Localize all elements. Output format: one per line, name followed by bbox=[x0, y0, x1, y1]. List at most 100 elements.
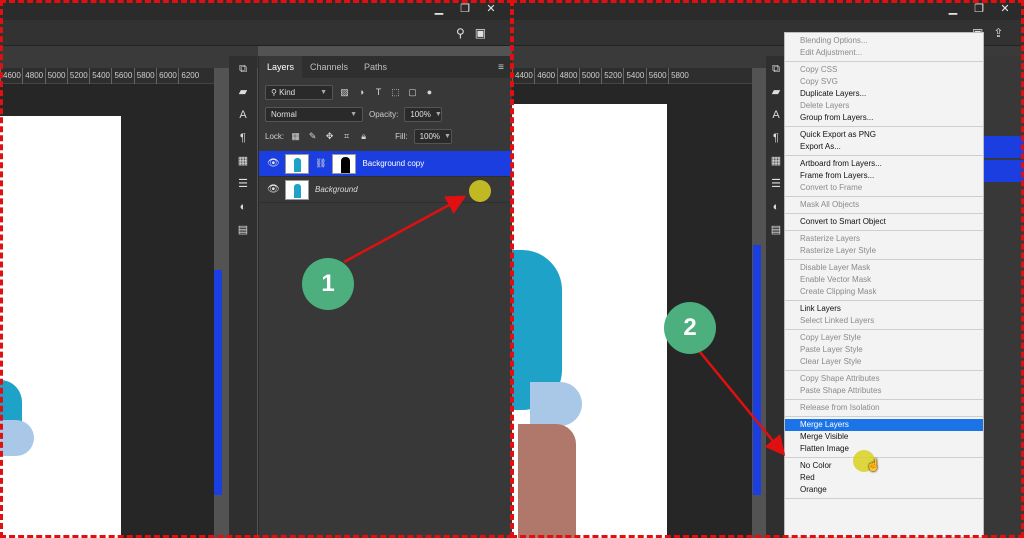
search-icon: ⚲ bbox=[271, 87, 280, 97]
character-icon[interactable]: A bbox=[768, 108, 784, 122]
ruler-tick-label: 5200 bbox=[601, 67, 623, 84]
library-icon[interactable]: ▤ bbox=[235, 223, 251, 237]
layer-name: Background copy bbox=[362, 159, 425, 168]
menu-item-frame-from-layers[interactable]: Frame from Layers... bbox=[785, 170, 983, 182]
ruler-tick-label: 5000 bbox=[578, 67, 601, 84]
menu-item-blending-options: Blending Options... bbox=[800, 36, 868, 45]
menu-item-orange[interactable]: Orange bbox=[785, 484, 983, 496]
type-filter-icon[interactable]: T bbox=[373, 87, 384, 97]
menu-item-rasterize-layers: Rasterize Layers bbox=[800, 234, 861, 243]
menu-item-merge-visible[interactable]: Merge Visible bbox=[785, 431, 983, 443]
menu-item-convert-to-frame: Convert to Frame bbox=[800, 183, 863, 192]
menu-item-quick-export-as-png[interactable]: Quick Export as PNG bbox=[785, 129, 983, 141]
ruler-tick-label: 4400 bbox=[512, 67, 534, 84]
library-icon[interactable]: ▤ bbox=[768, 223, 784, 237]
comment-icon[interactable]: ▰ bbox=[768, 85, 784, 99]
restore-icon[interactable]: ❐ bbox=[972, 2, 986, 16]
layer-context-menu: Blending Options... Edit Adjustment... Cop… bbox=[784, 32, 984, 538]
eye-icon[interactable]: 👁︎ bbox=[267, 158, 280, 169]
eye-icon[interactable]: 👁︎ bbox=[267, 184, 280, 195]
menu-group: Merge Layers Merge Visible Flatten Image bbox=[785, 417, 983, 458]
shape-filter-icon[interactable]: ⬚ bbox=[390, 87, 401, 98]
pixel-filter-icon[interactable]: ▨ bbox=[339, 87, 350, 98]
horizontal-ruler: 4600 4800 5000 5200 5400 5600 5800 6000 6200 bbox=[0, 67, 214, 84]
layer-name: Background bbox=[315, 185, 358, 194]
share-icon[interactable]: ⇪ bbox=[993, 27, 1003, 39]
table-icon[interactable]: ▦ bbox=[768, 154, 784, 168]
menu-item-export-as[interactable]: Export As... bbox=[785, 141, 983, 153]
adjustments-icon[interactable]: ☰ bbox=[235, 177, 251, 191]
restore-icon[interactable]: ❐ bbox=[458, 2, 472, 16]
filter-toggle-icon[interactable]: ● bbox=[424, 87, 435, 97]
menu-group: Copy Shape Attributes Paste Shape Attribu… bbox=[785, 371, 983, 400]
lock-position-icon[interactable]: ✥ bbox=[324, 131, 335, 142]
fill-label: Fill: bbox=[395, 131, 408, 141]
menu-item-red[interactable]: Red bbox=[785, 472, 983, 484]
selected-layer-edge bbox=[984, 160, 1024, 182]
menu-item-copy-svg: Copy SVG bbox=[800, 77, 838, 86]
panel-menu-icon[interactable]: ≡ bbox=[498, 62, 504, 73]
smart-object-filter-icon[interactable]: ▢ bbox=[407, 87, 418, 98]
history-icon[interactable]: ⧉ bbox=[235, 62, 251, 76]
ruler-tick-label: 4600 bbox=[534, 67, 556, 84]
filter-kind-dropdown[interactable]: ⚲ Kind ▼ bbox=[265, 84, 333, 100]
lock-brush-icon[interactable]: ✎ bbox=[307, 131, 318, 142]
close-icon[interactable]: ✕ bbox=[998, 2, 1012, 16]
fill-field[interactable]: 100% ▼ bbox=[413, 128, 452, 144]
minimize-icon[interactable]: ▁ bbox=[432, 2, 446, 16]
lock-all-icon[interactable]: 🔒︎ bbox=[358, 131, 369, 142]
menu-item-link-layers[interactable]: Link Layers bbox=[785, 303, 983, 315]
step-badge-1: 1 bbox=[302, 258, 354, 310]
minimize-icon[interactable]: ▁ bbox=[946, 2, 960, 16]
selection-highlight-strip bbox=[214, 270, 222, 495]
adjustments-icon[interactable]: ☰ bbox=[768, 177, 784, 191]
forearm bbox=[518, 424, 576, 538]
cursor-highlight bbox=[469, 180, 491, 202]
ruler-tick-label: 5800 bbox=[133, 67, 156, 84]
history-icon[interactable]: ⧉ bbox=[768, 62, 784, 76]
lock-artboard-icon[interactable]: ⌗ bbox=[341, 131, 352, 142]
comment-icon[interactable]: ▰ bbox=[235, 85, 251, 99]
layer-row-background-copy[interactable]: 👁︎ ⛓︎ Background copy bbox=[259, 151, 512, 177]
lock-row: Lock: ▦ ✎ ✥ ⌗ 🔒︎ Fill: 100% ▼ bbox=[259, 125, 512, 147]
tab-channels[interactable]: Channels bbox=[302, 56, 356, 78]
menu-item-duplicate-layers[interactable]: Duplicate Layers... bbox=[785, 88, 983, 100]
blend-row: Normal ▼ Opacity: 100% ▼ bbox=[259, 103, 512, 125]
close-icon[interactable]: ✕ bbox=[484, 2, 498, 16]
menu-item-enable-vector-mask: Enable Vector Mask bbox=[800, 275, 872, 284]
menu-item-merge-layers[interactable]: Merge Layers bbox=[785, 419, 983, 431]
menu-item-copy-shape-attributes: Copy Shape Attributes bbox=[800, 374, 880, 383]
chevron-down-icon: ▼ bbox=[320, 88, 327, 96]
menu-item-convert-to-smart-object[interactable]: Convert to Smart Object bbox=[785, 216, 983, 228]
styles-icon[interactable]: ◐ bbox=[235, 200, 251, 214]
ruler-tick-label: 4800 bbox=[22, 67, 44, 84]
panel-tool-strip: ⧉ ▰ A ¶ ▦ ☰ ◐ ▤ bbox=[229, 56, 257, 538]
opacity-field[interactable]: 100% ▼ bbox=[404, 106, 443, 122]
table-icon[interactable]: ▦ bbox=[235, 154, 251, 168]
link-icon[interactable]: ⛓︎ bbox=[315, 158, 326, 169]
menu-group: Blending Options... Edit Adjustment... bbox=[785, 33, 983, 62]
chevron-down-icon: ▼ bbox=[350, 110, 357, 118]
menu-item-group-from-layers[interactable]: Group from Layers... bbox=[785, 112, 983, 124]
lock-transparent-icon[interactable]: ▦ bbox=[290, 131, 301, 142]
adjustment-filter-icon[interactable]: ◑ bbox=[356, 87, 367, 97]
paragraph-icon[interactable]: ¶ bbox=[768, 131, 784, 145]
menu-item-delete-layers: Delete Layers bbox=[800, 101, 850, 110]
menu-item-disable-layer-mask: Disable Layer Mask bbox=[800, 263, 871, 272]
character-icon[interactable]: A bbox=[235, 108, 251, 122]
blend-mode-value: Normal bbox=[271, 109, 297, 119]
tab-paths[interactable]: Paths bbox=[356, 56, 395, 78]
paragraph-icon[interactable]: ¶ bbox=[235, 131, 251, 145]
menu-item-no-color[interactable]: No Color bbox=[785, 460, 983, 472]
workspace-icon[interactable]: ▣ bbox=[475, 27, 486, 39]
menu-group: Rasterize Layers Rasterize Layer Style bbox=[785, 231, 983, 260]
menu-item-flatten-image[interactable]: Flatten Image bbox=[785, 443, 983, 455]
panel-tabs: Layers Channels Paths ≡ bbox=[259, 56, 512, 78]
menu-item-edit-adjustment: Edit Adjustment... bbox=[800, 48, 863, 57]
search-icon[interactable]: ⚲ bbox=[456, 27, 465, 39]
blend-mode-dropdown[interactable]: Normal ▼ bbox=[265, 106, 363, 122]
styles-icon[interactable]: ◐ bbox=[768, 200, 784, 214]
menu-item-artboard-from-layers[interactable]: Artboard from Layers... bbox=[785, 158, 983, 170]
layer-mask-thumbnail[interactable] bbox=[332, 153, 357, 174]
tab-layers[interactable]: Layers bbox=[259, 56, 303, 78]
